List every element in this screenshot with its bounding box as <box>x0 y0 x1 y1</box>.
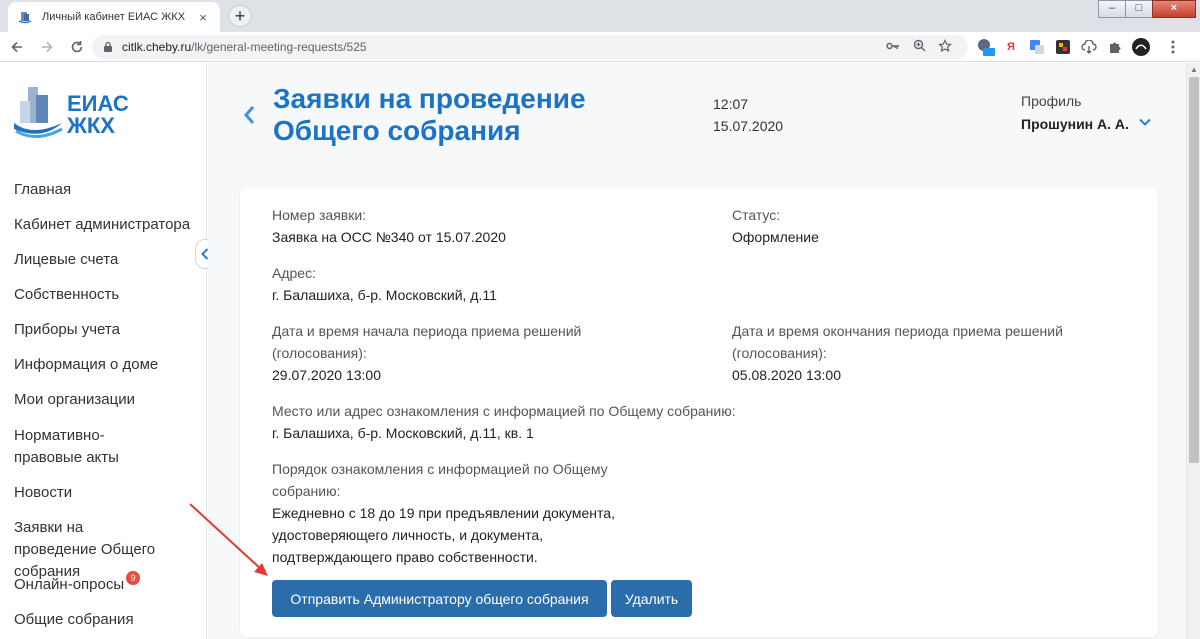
forward-arrow-icon[interactable] <box>34 34 60 60</box>
current-time: 12:07 <box>713 96 749 112</box>
cloud-download-icon[interactable] <box>1078 36 1100 58</box>
back-arrow-icon[interactable] <box>4 34 30 60</box>
logo-text: ЕИАС ЖКХ <box>67 93 129 137</box>
tab-close-icon[interactable]: × <box>196 10 210 25</box>
logo-line-1: ЕИАС <box>67 91 129 116</box>
sidebar: ЕИАС ЖКХ Главная Кабинет администратора … <box>0 63 207 639</box>
sidebar-item-online-polls[interactable]: Онлайн-опросы 9 <box>0 571 154 596</box>
url-host: citlk.cheby.ru <box>122 40 192 54</box>
info-order-value: Ежедневно с 18 до 19 при предъявлении до… <box>272 505 615 565</box>
notification-badge: 9 <box>126 571 141 585</box>
address-value: г. Балашиха, б-р. Московский, д.11 <box>272 287 497 303</box>
sidebar-item-home[interactable]: Главная <box>0 179 85 201</box>
extension-off-icon[interactable] <box>974 36 996 58</box>
main-content: Заявки на проведение Общего собрания 12:… <box>208 63 1186 639</box>
sidebar-item-my-organizations[interactable]: Мои организации <box>0 389 149 411</box>
voting-start: Дата и время начала периода приема решен… <box>272 320 642 386</box>
reload-icon[interactable] <box>64 34 90 60</box>
extension-grid-icon[interactable] <box>1052 36 1074 58</box>
info-order-label: Порядок ознакомления с информацией по Об… <box>272 461 608 499</box>
voting-start-label: Дата и время начала периода приема решен… <box>272 323 582 361</box>
sidebar-item-admin-cabinet[interactable]: Кабинет администратора <box>0 214 204 236</box>
request-number: Номер заявки: Заявка на ОСС №340 от 15.0… <box>272 204 692 248</box>
voting-end: Дата и время окончания периода приема ре… <box>732 320 1112 386</box>
sidebar-item-house-info[interactable]: Информация о доме <box>0 354 172 376</box>
scroll-up-icon[interactable]: ▲ <box>1190 65 1198 74</box>
new-tab-button[interactable]: + <box>228 5 252 27</box>
request-status: Статус: Оформление <box>732 204 1112 248</box>
address-label: Адрес: <box>272 265 316 281</box>
profile-avatar-icon[interactable] <box>1130 36 1152 58</box>
bookmark-star-icon[interactable] <box>932 38 958 56</box>
key-icon[interactable] <box>880 40 906 54</box>
request-number-label: Номер заявки: <box>272 207 367 223</box>
profile-label: Профиль <box>1021 93 1082 109</box>
extensions-puzzle-icon[interactable] <box>1104 36 1126 58</box>
sidebar-item-label: Онлайн-опросы <box>14 576 125 593</box>
info-place: Место или адрес ознакомления с информаци… <box>272 400 832 444</box>
sidebar-item-legal-acts[interactable]: Нормативно-правовые акты <box>0 425 185 469</box>
sidebar-item-personal-accounts[interactable]: Лицевые счета <box>0 249 132 271</box>
page-scrollbar[interactable]: ▲ <box>1186 63 1200 639</box>
delete-button[interactable]: Удалить <box>611 580 692 617</box>
status-value: Оформление <box>732 229 819 245</box>
datetime: 12:07 15.07.2020 <box>713 93 783 137</box>
info-place-value: г. Балашиха, б-р. Московский, д.11, кв. … <box>272 425 534 441</box>
maximize-button[interactable]: □ <box>1125 0 1153 18</box>
browser-toolbar: citlk.cheby.ru/lk/general-meeting-reques… <box>0 32 1200 62</box>
address-bar[interactable]: citlk.cheby.ru/lk/general-meeting-reques… <box>92 35 968 59</box>
send-to-admin-button[interactable]: Отправить Администратору общего собрания <box>272 580 607 617</box>
voting-start-value: 29.07.2020 13:00 <box>272 367 381 383</box>
site-favicon-icon <box>18 10 32 24</box>
back-chevron-icon[interactable] <box>243 101 255 132</box>
logo-building-icon <box>14 87 63 138</box>
url-path: /lk/general-meeting-requests/525 <box>191 40 367 54</box>
sidebar-item-meters[interactable]: Приборы учета <box>0 319 134 341</box>
browser-tab[interactable]: Личный кабинет ЕИАС ЖКХ × <box>8 2 220 32</box>
profile-name[interactable]: Прошунин А. А. <box>1021 116 1129 132</box>
tab-title: Личный кабинет ЕИАС ЖКХ <box>42 11 186 23</box>
window-close-button[interactable]: × <box>1152 0 1196 18</box>
browser-tabstrip: Личный кабинет ЕИАС ЖКХ × + – □ × <box>0 0 1200 32</box>
yandex-icon[interactable]: Я <box>1000 36 1022 58</box>
profile-chevron-down-icon[interactable] <box>1139 115 1151 129</box>
browser-menu-icon[interactable] <box>1162 36 1184 58</box>
current-date: 15.07.2020 <box>713 118 784 134</box>
page-title: Заявки на проведение Общего собрания <box>273 83 586 146</box>
scrollbar-thumb[interactable] <box>1189 77 1199 463</box>
lock-icon <box>104 41 112 52</box>
sidebar-item-general-meetings[interactable]: Общие собрания <box>0 609 148 631</box>
request-address: Адрес: г. Балашиха, б-р. Московский, д.1… <box>272 262 692 306</box>
request-number-value: Заявка на ОСС №340 от 15.07.2020 <box>272 229 506 245</box>
minimize-button[interactable]: – <box>1098 0 1126 18</box>
sidebar-item-property[interactable]: Собственность <box>0 284 133 306</box>
voting-end-label: Дата и время окончания периода приема ре… <box>732 323 1063 361</box>
info-place-label: Место или адрес ознакомления с информаци… <box>272 403 736 419</box>
voting-end-value: 05.08.2020 13:00 <box>732 367 841 383</box>
url-text: citlk.cheby.ru/lk/general-meeting-reques… <box>122 40 880 54</box>
status-label: Статус: <box>732 207 781 223</box>
eias-logo[interactable]: ЕИАС ЖКХ <box>12 83 132 143</box>
request-card: Номер заявки: Заявка на ОСС №340 от 15.0… <box>240 187 1158 637</box>
translate-icon[interactable] <box>1026 36 1048 58</box>
logo-line-2: ЖКХ <box>67 113 115 138</box>
window-controls: – □ × <box>1098 0 1196 18</box>
zoom-icon[interactable] <box>906 39 932 55</box>
info-order: Порядок ознакомления с информацией по Об… <box>272 458 642 568</box>
sidebar-item-news[interactable]: Новости <box>0 482 86 504</box>
